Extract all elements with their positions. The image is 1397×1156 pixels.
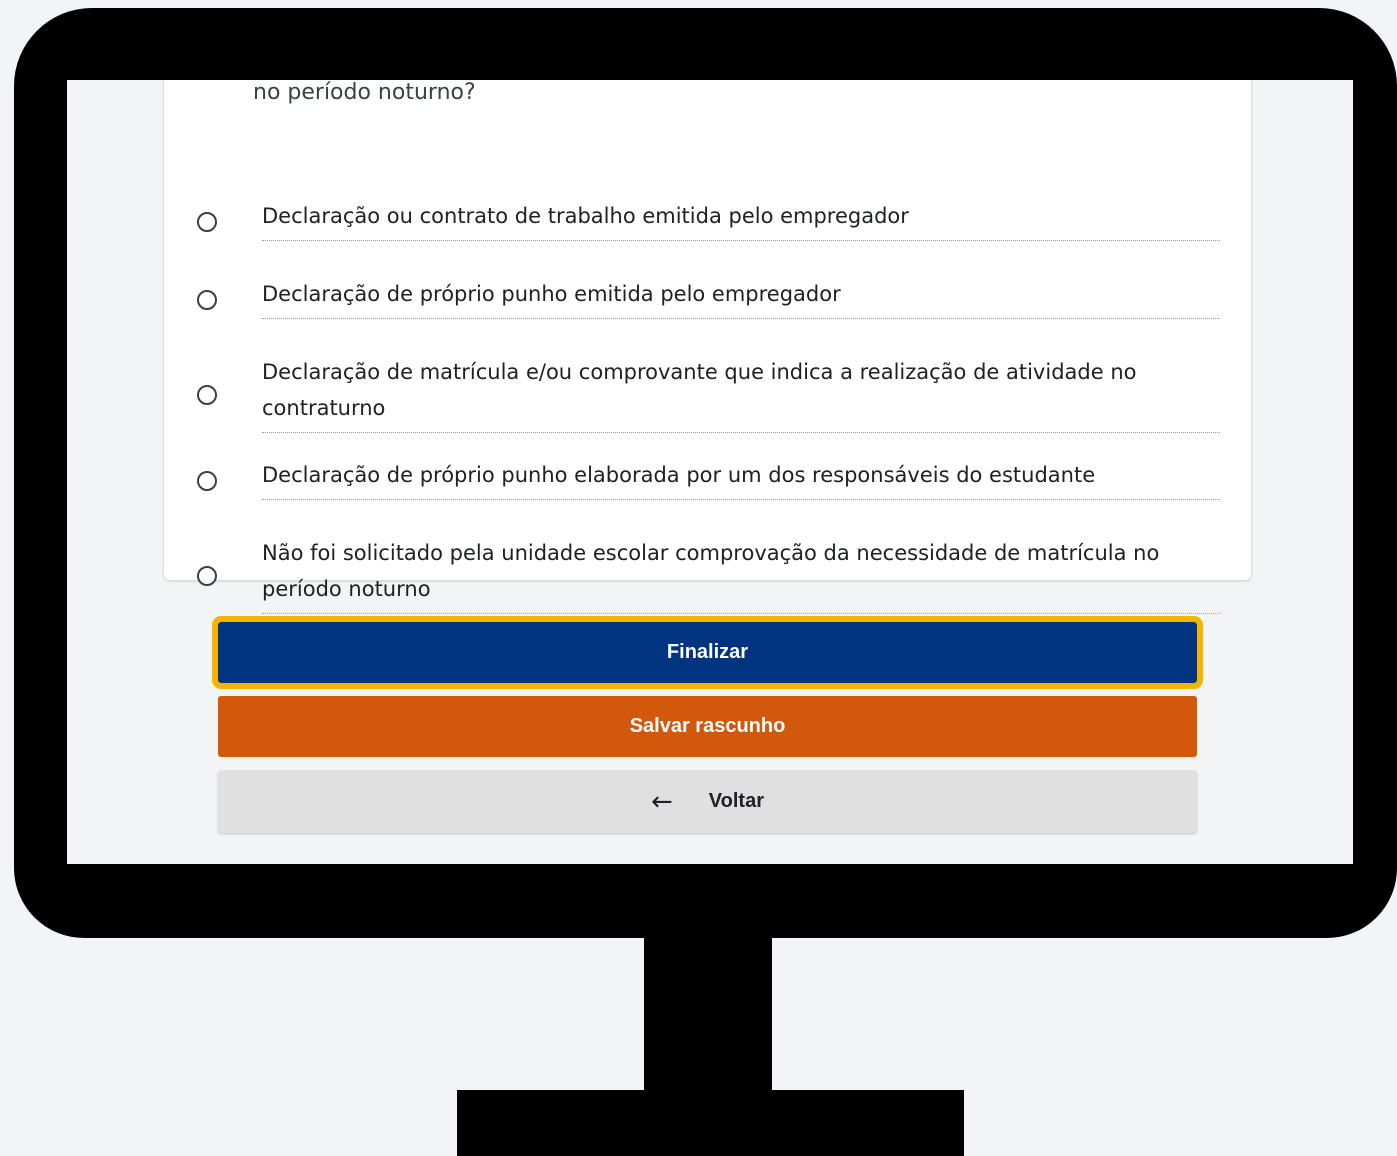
option-label[interactable]: Declaração de próprio punho elaborada po…	[262, 457, 1220, 500]
monitor-screen: no período noturno? Declaração ou contra…	[67, 80, 1353, 864]
back-button-label: Voltar	[708, 790, 764, 812]
option-label[interactable]: Declaração ou contrato de trabalho emiti…	[262, 198, 1220, 241]
monitor-stand-base	[457, 1090, 964, 1156]
back-button[interactable]: ← Voltar	[218, 770, 1197, 833]
radio-button[interactable]	[197, 212, 217, 232]
question-text-partial: no período noturno?	[253, 80, 476, 105]
radio-button[interactable]	[197, 566, 217, 586]
option-label[interactable]: Declaração de próprio punho emitida pelo…	[262, 276, 1220, 319]
radio-button[interactable]	[197, 471, 217, 491]
option-label[interactable]: Declaração de matrícula e/ou comprovante…	[262, 354, 1220, 433]
question-card: no período noturno? Declaração ou contra…	[164, 80, 1251, 614]
radio-button[interactable]	[197, 290, 217, 310]
save-draft-button[interactable]: Salvar rascunho	[218, 696, 1197, 757]
arrow-left-icon: ←	[651, 786, 673, 817]
monitor-stand-neck	[644, 930, 772, 1095]
radio-button[interactable]	[197, 385, 217, 405]
option-label[interactable]: Não foi solicitado pela unidade escolar …	[262, 535, 1220, 614]
finalize-button[interactable]: Finalizar	[212, 616, 1203, 689]
